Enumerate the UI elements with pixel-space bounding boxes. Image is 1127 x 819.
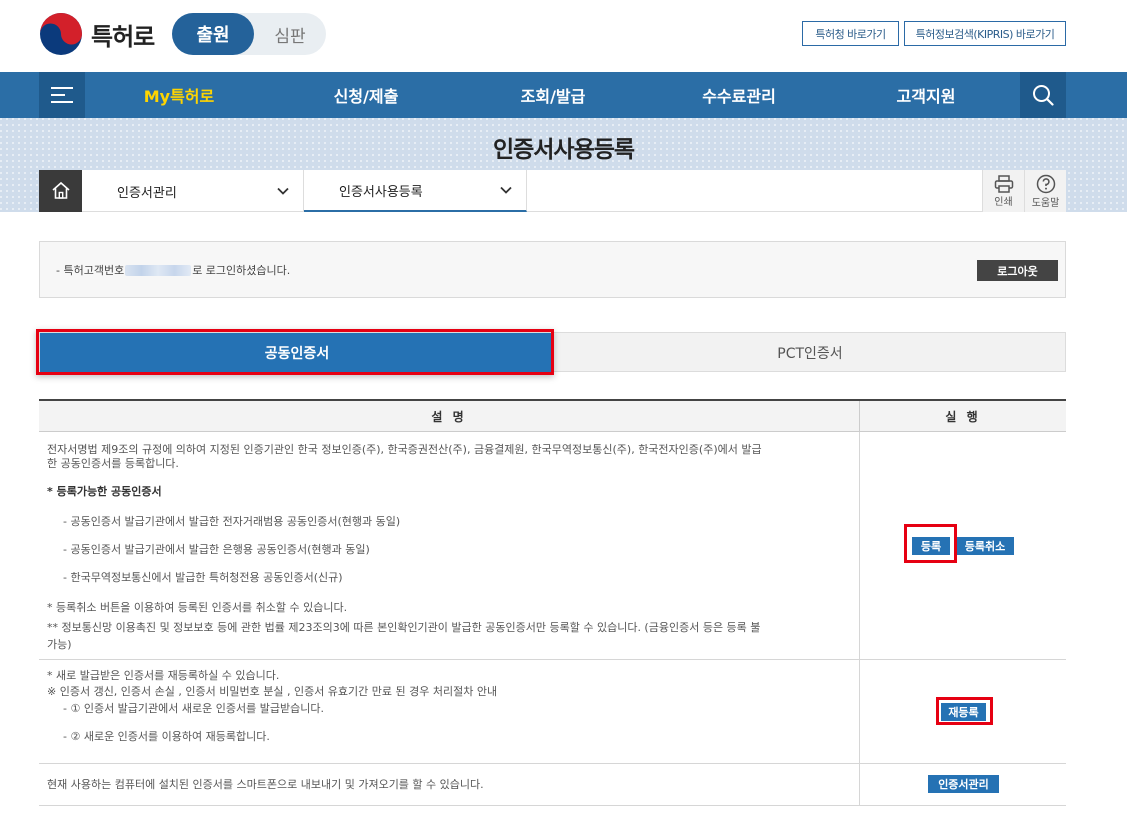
page-title: 인증서사용등록: [492, 137, 635, 163]
mode-application-button[interactable]: 출원: [172, 13, 254, 55]
tab-joint-certificate[interactable]: 공동인증서: [40, 333, 554, 373]
print-button[interactable]: 인쇄: [982, 170, 1024, 212]
site-logo[interactable]: 특허로: [39, 12, 155, 56]
printer-icon: [994, 174, 1013, 193]
nav-my-patent[interactable]: My특허로: [120, 72, 238, 118]
row1-item: - 공동인증서 발급기관에서 발급한 전자거래범용 공동인증서(현행과 동일): [63, 515, 401, 528]
login-info-text: - 특허고객번호 로 로그인하셨습니다.: [56, 262, 290, 278]
search-button[interactable]: [1020, 72, 1066, 118]
kipo-link[interactable]: 특허청 바로가기: [802, 21, 899, 46]
breadcrumb-level2-label: 인증서사용등록: [339, 184, 423, 200]
taegeuk-logo-icon: [40, 13, 82, 55]
login-info-box: - 특허고객번호 로 로그인하셨습니다. 로그아웃: [39, 241, 1066, 298]
login-suffix: 로 로그인하셨습니다.: [192, 264, 291, 277]
row1-actions: 등록 등록취소: [860, 432, 1066, 659]
reregister-button[interactable]: 재등록: [941, 703, 986, 721]
login-prefix: - 특허고객번호: [56, 264, 125, 277]
row1-note1: * 등록취소 버튼을 이용하여 등록된 인증서를 취소할 수 있습니다.: [47, 601, 348, 614]
breadcrumb: 인증서관리 인증서사용등록 인쇄 도움말: [39, 170, 1066, 212]
search-icon: [1033, 85, 1054, 106]
certificate-management-button[interactable]: 인증서관리: [928, 775, 999, 793]
chevron-down-icon: [486, 186, 526, 194]
main-navigation: My특허로 신청/제출 조회/발급 수수료관리 고객지원: [0, 72, 1127, 118]
row1-description: 전자서명법 제9조의 규정에 의하여 지정된 인증기관인 한국 정보인증(주),…: [39, 432, 860, 659]
print-label: 인쇄: [994, 196, 1013, 208]
header-description: 설 명: [39, 401, 860, 432]
help-label: 도움말: [1031, 197, 1060, 209]
row1-intro-line1: 전자서명법 제9조의 규정에 의하여 지정된 인증기관인 한국 정보인증(주),…: [47, 443, 762, 456]
row1-subtitle: * 등록가능한 공동인증서: [47, 485, 162, 498]
row2-actions: 재등록: [860, 660, 1066, 763]
menu-button[interactable]: [39, 72, 85, 118]
nav-apply-submit[interactable]: 신청/제출: [305, 72, 427, 118]
kipris-link[interactable]: 특허정보검색(KIPRIS) 바로가기: [904, 21, 1066, 46]
table-row: * 새로 발급받은 인증서를 재등록하실 수 있습니다. ※ 인증서 갱신, 인…: [39, 660, 1066, 764]
nav-inquiry-issue[interactable]: 조회/발급: [492, 72, 614, 118]
home-button[interactable]: [39, 170, 82, 212]
nav-fee-management[interactable]: 수수료관리: [678, 72, 800, 118]
breadcrumb-level1[interactable]: 인증서관리: [82, 170, 304, 212]
title-band: 인증서사용등록 인증서관리 인증서사용등록 인쇄 도움말: [0, 118, 1127, 212]
cancel-registration-button[interactable]: 등록취소: [956, 537, 1014, 555]
help-button[interactable]: 도움말: [1024, 170, 1066, 212]
top-header: 특허로 출원 심판 특허청 바로가기 특허정보검색(KIPRIS) 바로가기: [0, 0, 1127, 72]
row2-line2: ※ 인증서 갱신, 인증서 손실 , 인증서 비밀번호 분실 , 인증서 유효기…: [47, 685, 498, 698]
register-button[interactable]: 등록: [912, 537, 950, 555]
certificate-table: 설 명 실 행 전자서명법 제9조의 규정에 의하여 지정된 인증기관인 한국 …: [39, 399, 1066, 806]
header-action: 실 행: [860, 401, 1066, 432]
logout-button[interactable]: 로그아웃: [977, 260, 1058, 281]
breadcrumb-level2[interactable]: 인증서사용등록: [304, 170, 527, 212]
hamburger-icon: [51, 87, 73, 103]
row2-description: * 새로 발급받은 인증서를 재등록하실 수 있습니다. ※ 인증서 갱신, 인…: [39, 660, 860, 763]
row1-item: - 공동인증서 발급기관에서 발급한 은행용 공동인증서(현행과 동일): [63, 543, 370, 556]
tab-pct-certificate[interactable]: PCT인증서: [554, 333, 1066, 373]
row2-line1: * 새로 발급받은 인증서를 재등록하실 수 있습니다.: [47, 669, 280, 682]
masked-customer-number: [125, 264, 192, 276]
row3-actions: 인증서관리: [860, 764, 1066, 805]
table-row: 현재 사용하는 컴퓨터에 설치된 인증서를 스마트폰으로 내보내기 및 가져오기…: [39, 764, 1066, 806]
row3-description: 현재 사용하는 컴퓨터에 설치된 인증서를 스마트폰으로 내보내기 및 가져오기…: [39, 764, 860, 805]
row1-item: - 한국무역정보통신에서 발급한 특허청전용 공동인증서(신규): [63, 571, 343, 584]
row1-note2-line2: 가능): [47, 638, 72, 651]
logo-text: 특허로: [91, 22, 155, 51]
help-icon: [1036, 174, 1055, 193]
chevron-down-icon: [263, 187, 303, 195]
home-icon: [51, 181, 70, 199]
row1-note2-line1: ** 정보통신망 이용촉진 및 정보보호 등에 관한 법률 제23조의3에 따른…: [47, 621, 761, 634]
row3-text: 현재 사용하는 컴퓨터에 설치된 인증서를 스마트폰으로 내보내기 및 가져오기…: [47, 778, 484, 791]
breadcrumb-level1-label: 인증서관리: [117, 185, 177, 201]
mode-trial-button[interactable]: 심판: [254, 13, 326, 55]
table-row: 전자서명법 제9조의 규정에 의하여 지정된 인증기관인 한국 정보인증(주),…: [39, 432, 1066, 660]
nav-customer-support[interactable]: 고객지원: [865, 72, 987, 118]
row2-step2: - ② 새로운 인증서를 이용하여 재등록합니다.: [63, 730, 270, 743]
mode-toggle: 출원 심판: [172, 13, 326, 55]
certificate-tabs: 공동인증서 PCT인증서: [39, 332, 1066, 373]
row2-step1: - ① 인증서 발급기관에서 새로운 인증서를 발급받습니다.: [63, 702, 324, 715]
row1-intro-line2: 한 공동인증서를 등록합니다.: [47, 457, 179, 470]
